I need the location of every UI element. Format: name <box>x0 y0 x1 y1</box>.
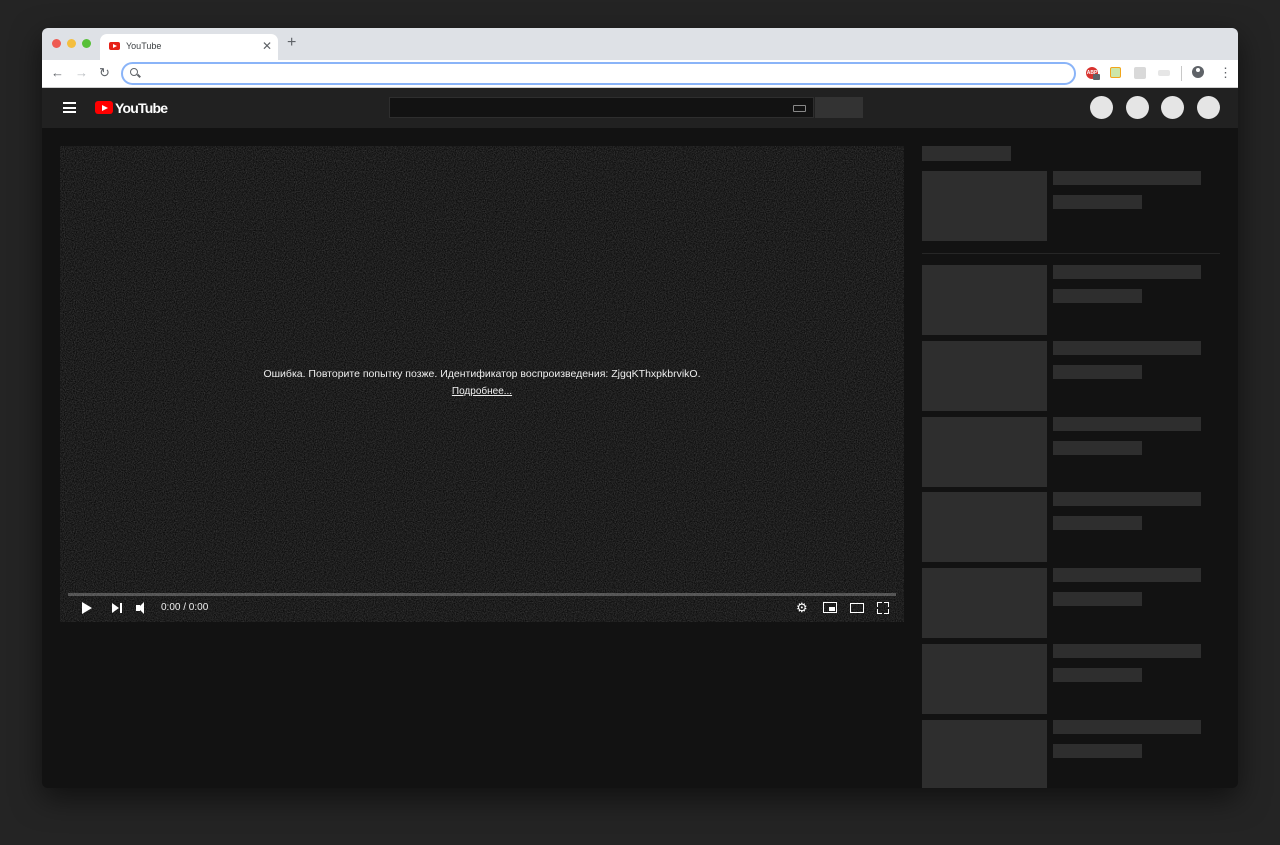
miniplayer-icon[interactable] <box>823 602 837 613</box>
video-meta-placeholder <box>1053 289 1142 303</box>
extension-icon[interactable] <box>1110 67 1121 78</box>
video-thumbnail-placeholder[interactable] <box>922 341 1047 411</box>
minimize-window-button[interactable] <box>67 39 76 48</box>
keyboard-icon[interactable] <box>793 105 806 112</box>
static-noise-background <box>60 146 904 622</box>
progress-bar[interactable] <box>68 593 896 596</box>
avatar[interactable] <box>1197 96 1220 119</box>
tab-title: YouTube <box>126 41 162 51</box>
youtube-favicon-icon <box>109 42 120 50</box>
youtube-logo-text[interactable]: YouTube <box>115 100 168 116</box>
watch-page: Ошибка. Повторите попытку позже. Идентиф… <box>42 128 1238 788</box>
sidebar-divider <box>922 253 1220 254</box>
video-thumbnail-placeholder[interactable] <box>922 568 1047 638</box>
address-bar[interactable] <box>121 62 1076 85</box>
forward-arrow-icon[interactable]: → <box>75 65 88 81</box>
volume-icon[interactable] <box>136 602 148 614</box>
video-thumbnail-placeholder[interactable] <box>922 644 1047 714</box>
video-thumbnail-placeholder[interactable] <box>922 265 1047 335</box>
video-thumbnail-placeholder[interactable] <box>922 417 1047 487</box>
video-title-placeholder <box>1053 265 1201 279</box>
next-icon[interactable] <box>112 603 122 613</box>
browser-menu-icon[interactable]: ⋮ <box>1219 66 1232 80</box>
video-meta-placeholder <box>1053 668 1142 682</box>
back-arrow-icon[interactable]: ← <box>51 65 64 81</box>
video-meta-placeholder <box>1053 441 1142 455</box>
tab-strip: YouTube ✕ + <box>42 28 1238 60</box>
tab-close-icon[interactable]: ✕ <box>262 39 272 53</box>
video-title-placeholder <box>1053 568 1201 582</box>
adblock-badge <box>1093 74 1100 80</box>
learn-more-link[interactable]: Подробнее... <box>60 386 904 397</box>
toolbar-divider <box>1181 66 1182 81</box>
video-meta-placeholder <box>1053 365 1142 379</box>
search-icon <box>130 68 138 76</box>
video-title-placeholder <box>1053 720 1201 734</box>
masthead-placeholder-button[interactable] <box>1161 96 1184 119</box>
maximize-window-button[interactable] <box>82 39 91 48</box>
extension-icon[interactable] <box>1158 70 1170 76</box>
fullscreen-icon[interactable] <box>877 602 889 614</box>
video-title-placeholder <box>1053 492 1201 506</box>
video-meta-placeholder <box>1053 592 1142 606</box>
youtube-logo-icon[interactable] <box>95 101 113 114</box>
video-title-placeholder <box>1053 171 1201 185</box>
video-title-placeholder <box>1053 644 1201 658</box>
new-tab-button[interactable]: + <box>287 35 296 51</box>
extension-icon[interactable] <box>1134 67 1146 79</box>
hamburger-menu-icon[interactable] <box>63 102 76 113</box>
youtube-masthead: YouTube <box>42 88 1238 128</box>
youtube-search-input[interactable] <box>389 97 814 118</box>
video-meta-placeholder <box>1053 744 1142 758</box>
browser-tab-youtube[interactable]: YouTube ✕ <box>100 34 278 60</box>
player-error-message: Ошибка. Повторите попытку позже. Идентиф… <box>263 368 701 380</box>
video-title-placeholder <box>1053 417 1201 431</box>
video-thumbnail-placeholder[interactable] <box>922 171 1047 241</box>
video-meta-placeholder <box>1053 516 1142 530</box>
play-icon[interactable] <box>82 602 92 614</box>
theater-mode-icon[interactable] <box>850 603 864 613</box>
masthead-placeholder-button[interactable] <box>1126 96 1149 119</box>
close-window-button[interactable] <box>52 39 61 48</box>
gear-icon[interactable]: ⚙ <box>796 601 808 615</box>
video-meta-placeholder <box>1053 195 1142 209</box>
browser-toolbar: ← → ↻ ABP ⋮ <box>42 60 1238 88</box>
time-display: 0:00 / 0:00 <box>161 602 209 613</box>
video-thumbnail-placeholder[interactable] <box>922 720 1047 788</box>
sidebar-heading-placeholder <box>922 146 1011 161</box>
adblock-icon[interactable]: ABP <box>1086 67 1100 80</box>
browser-window: YouTube ✕ + ← → ↻ ABP ⋮ YouTube Ошибка. … <box>42 28 1238 788</box>
address-input[interactable] <box>145 64 1069 85</box>
video-player[interactable]: Ошибка. Повторите попытку позже. Идентиф… <box>60 146 904 622</box>
reload-icon[interactable]: ↻ <box>99 65 110 81</box>
video-thumbnail-placeholder[interactable] <box>922 492 1047 562</box>
profile-icon[interactable] <box>1192 66 1204 78</box>
youtube-search-button[interactable] <box>815 97 863 118</box>
video-title-placeholder <box>1053 341 1201 355</box>
masthead-placeholder-button[interactable] <box>1090 96 1113 119</box>
